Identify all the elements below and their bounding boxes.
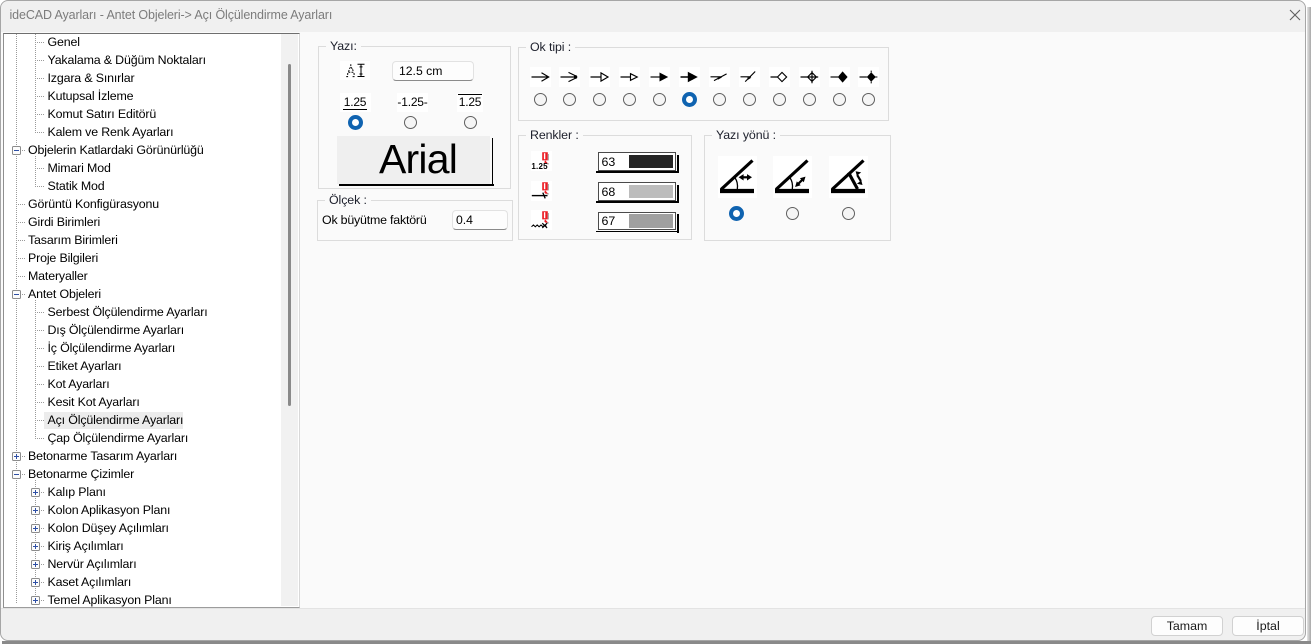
svg-text:1.25: 1.25 — [531, 161, 548, 170]
